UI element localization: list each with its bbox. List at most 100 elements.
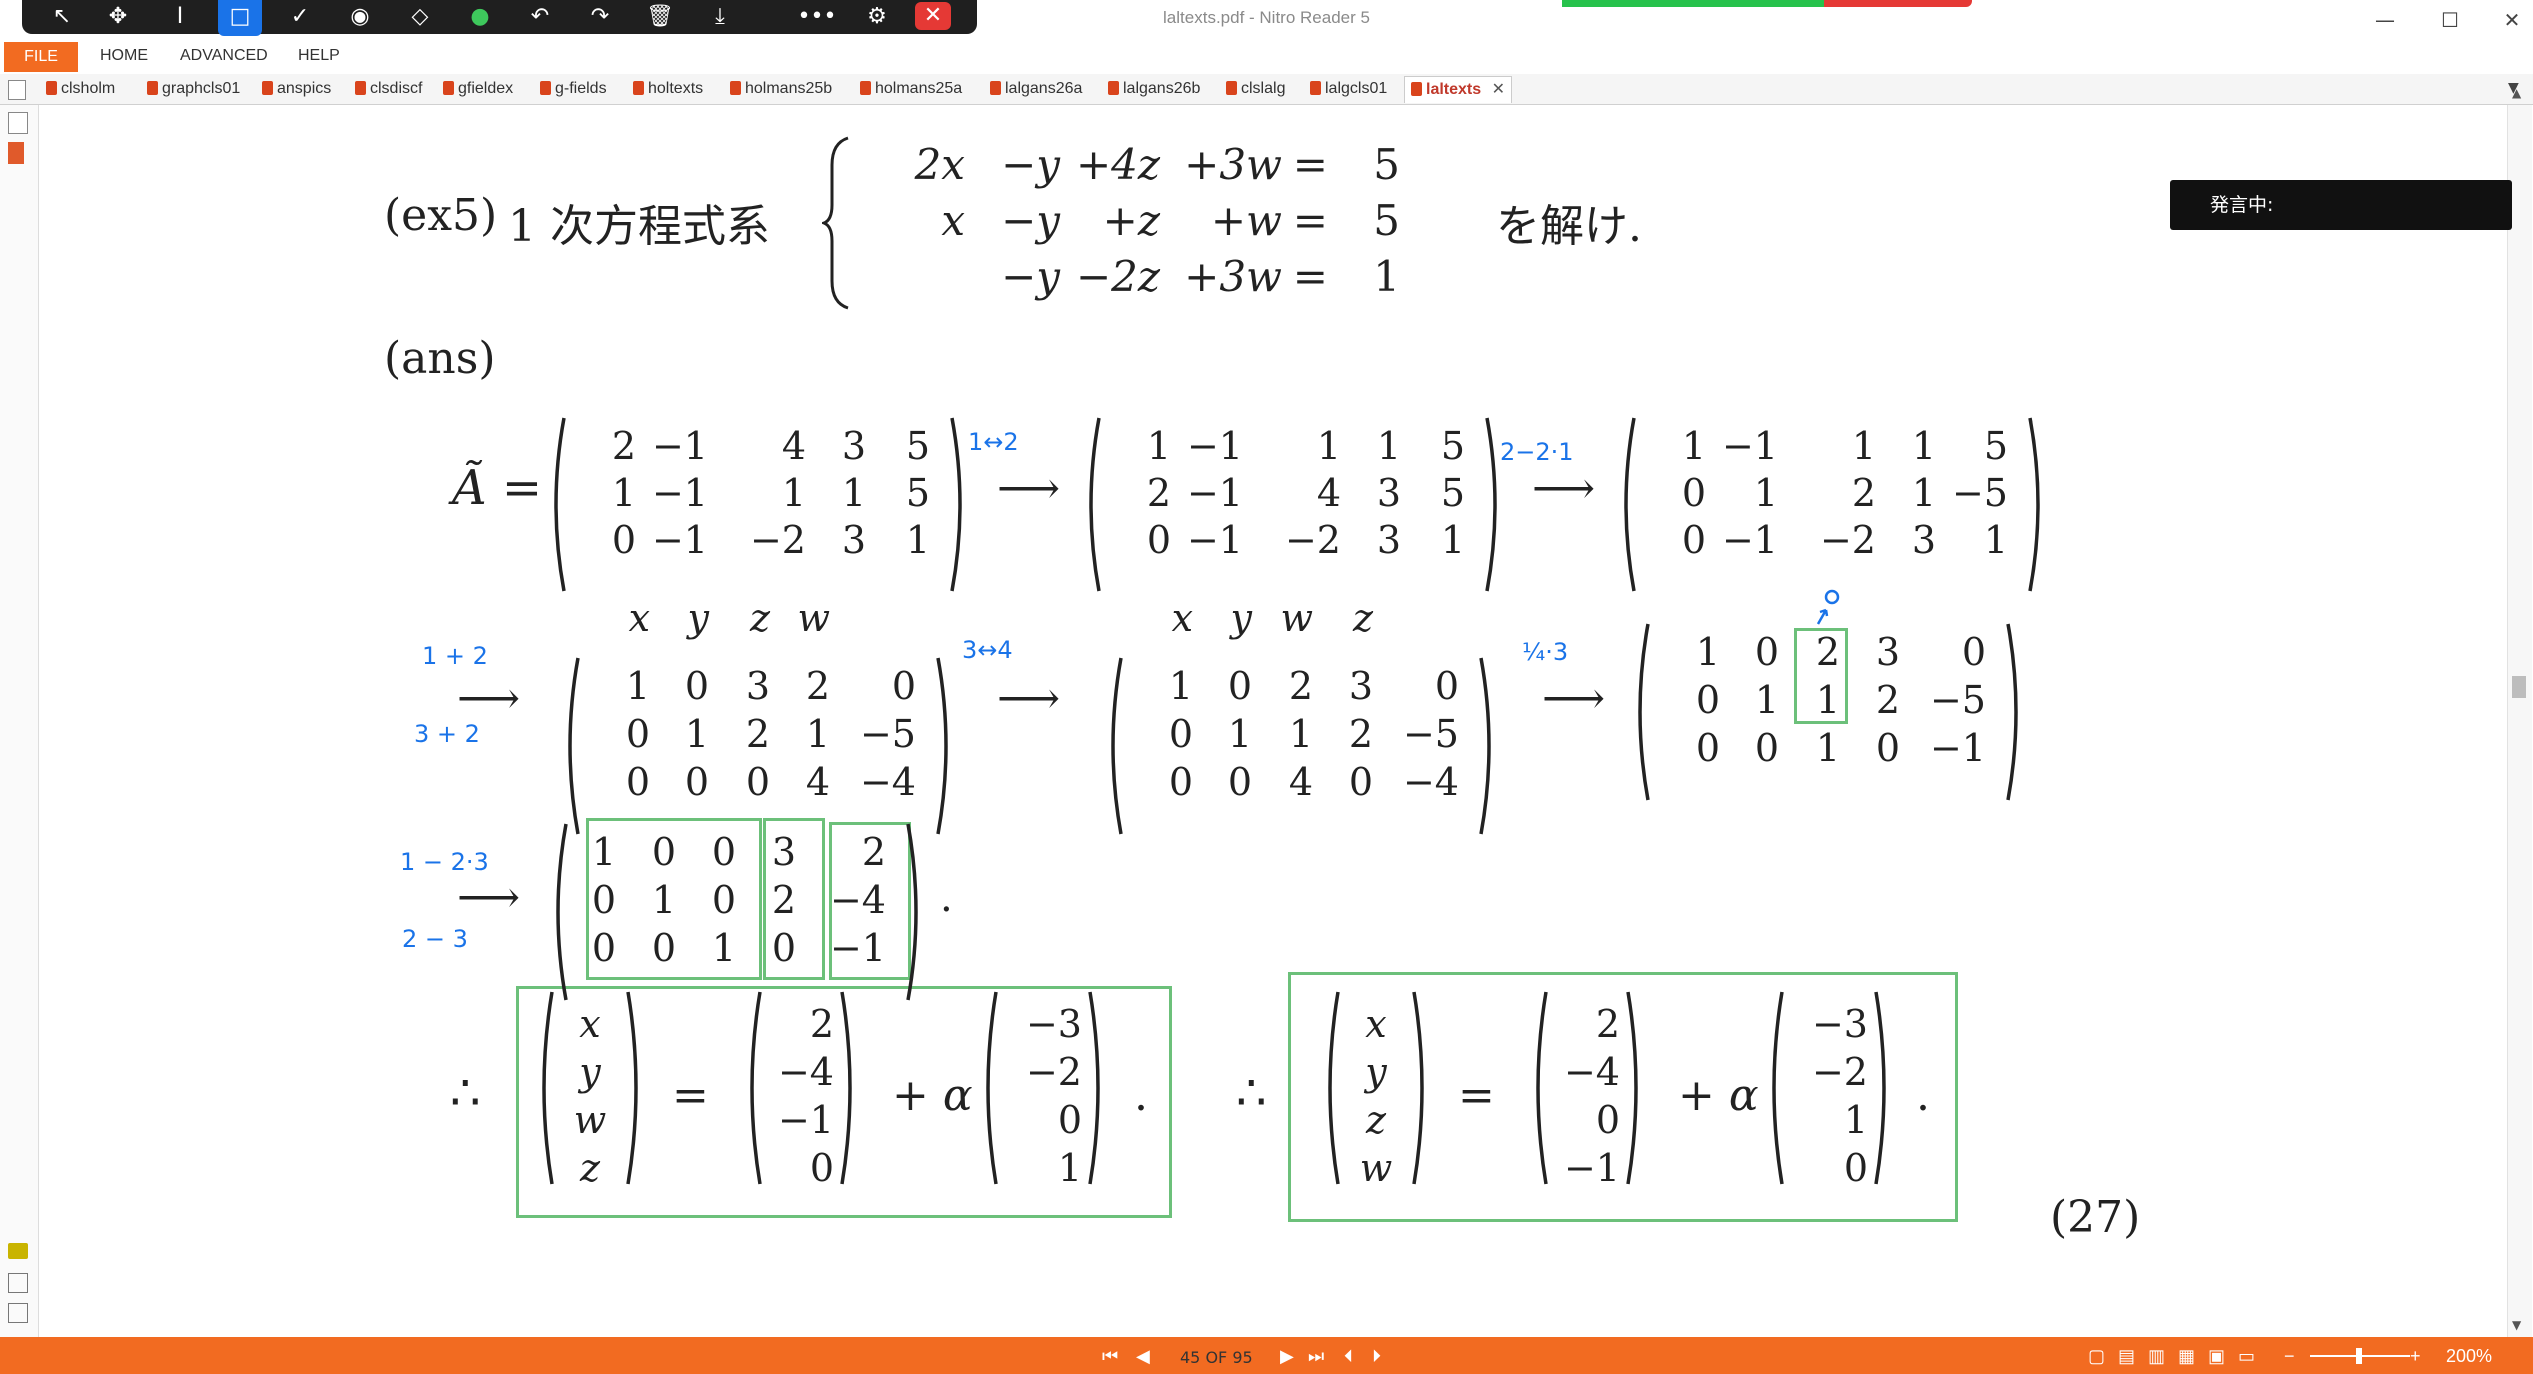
undo-icon[interactable]: ↶ — [518, 0, 562, 36]
download-icon[interactable]: ⤓ — [698, 0, 742, 36]
pointer-icon[interactable]: ↖ — [40, 0, 84, 36]
menu-home[interactable]: HOME — [100, 47, 148, 65]
tab-graphcls01[interactable]: graphcls01 — [147, 76, 240, 102]
minimize-button[interactable]: — — [2365, 4, 2405, 36]
m6-cell: 3 — [1875, 630, 1900, 674]
m4-cell: 0 — [684, 760, 709, 804]
m5-cell: 1 — [1227, 712, 1252, 756]
fit-page-icon[interactable]: ▣ — [2208, 1346, 2225, 1367]
zoom-in-icon[interactable]: + — [2410, 1346, 2421, 1367]
pages-panel-icon[interactable] — [8, 112, 28, 134]
bookmarks-panel-icon[interactable] — [8, 142, 24, 164]
sol1-d-entry: 0 — [1057, 1098, 1082, 1142]
more-icon[interactable]: ••• — [795, 0, 839, 36]
tab-anspics[interactable]: anspics — [262, 76, 331, 102]
close-window-button[interactable]: ✕ — [2492, 4, 2532, 36]
m4-cell: 2 — [745, 712, 770, 756]
m3-cell: 0 — [1681, 518, 1706, 562]
eraser-icon[interactable]: ◇ — [398, 0, 442, 36]
scroll-thumb[interactable] — [2512, 676, 2526, 698]
tab-lalgans26b[interactable]: lalgans26b — [1108, 76, 1200, 102]
close-toolbar-button[interactable]: ✕ — [915, 2, 951, 30]
tab-lalgans26a[interactable]: lalgans26a — [990, 76, 1082, 102]
sol1-v-left-paren — [750, 991, 762, 1185]
m6-cell: 1 — [1815, 726, 1840, 770]
redo-icon[interactable]: ↷ — [578, 0, 622, 36]
tab-holtexts[interactable]: holtexts — [633, 76, 703, 102]
m6-cell: −5 — [1929, 678, 1986, 722]
comments-panel-icon[interactable] — [8, 1243, 28, 1259]
arrow-4: ⟶ — [997, 673, 1061, 724]
pdf-icon — [540, 81, 551, 95]
tab-clslalg[interactable]: clslalg — [1226, 76, 1285, 102]
sol1-vars-entry: z — [579, 1146, 601, 1190]
facing-continuous-view-icon[interactable]: ▦ — [2178, 1346, 2195, 1367]
system-term: 2x — [914, 140, 965, 189]
forward-view-icon[interactable]: ⏵ — [1372, 1346, 1381, 1367]
tab-gfieldex[interactable]: gfieldex — [443, 76, 513, 102]
solution-2-equals: = — [1458, 1070, 1495, 1121]
progress-bar-red — [1824, 0, 1972, 7]
annotation-2-minus-2x1: 2−2·1 — [1500, 438, 1574, 466]
m4_header-label: y — [687, 596, 709, 640]
menu-file[interactable]: FILE — [4, 42, 78, 72]
zoom-slider-thumb[interactable] — [2356, 1348, 2362, 1364]
text-cursor-icon[interactable]: I — [158, 0, 202, 36]
m1-left-paren — [554, 417, 566, 592]
menu-advanced[interactable]: ADVANCED — [180, 47, 268, 65]
tab-g-fields[interactable]: g-fields — [540, 76, 607, 102]
vertical-scrollbar[interactable] — [2507, 105, 2532, 1337]
attachments-panel-icon[interactable] — [8, 1273, 28, 1293]
menu-help[interactable]: HELP — [298, 47, 340, 65]
sol2-vars-entry: z — [1365, 1098, 1387, 1142]
system-term: +3w — [1184, 252, 1282, 301]
tab-lalgcls01[interactable]: lalgcls01 — [1310, 76, 1387, 102]
pdf-icon — [46, 81, 57, 95]
rectangle-tool-icon[interactable]: □ — [218, 0, 262, 36]
tab-close-icon[interactable]: ✕ — [1492, 81, 1505, 98]
color-dot-icon[interactable]: ● — [458, 0, 502, 36]
sol1-vars-left-paren — [542, 991, 554, 1185]
record-icon[interactable]: ◉ — [338, 0, 382, 36]
page-indicator[interactable]: 45 OF 95 — [1180, 1348, 1253, 1367]
fit-width-icon[interactable]: ▭ — [2238, 1346, 2255, 1367]
layers-panel-icon[interactable] — [8, 1303, 28, 1323]
exercise-text: 1 次方程式系 — [508, 201, 770, 252]
tab-laltexts[interactable]: laltexts ✕ — [1404, 76, 1512, 103]
sol1-vars-entry: x — [579, 1002, 601, 1046]
m2-cell: 1 — [1146, 424, 1171, 468]
first-page-icon[interactable]: ⏮ — [1102, 1346, 1118, 1367]
scroll-up-icon[interactable]: ▲ — [2512, 86, 2521, 100]
m1-right-paren — [950, 417, 962, 592]
trash-icon[interactable]: 🗑 — [638, 0, 682, 36]
zoom-out-icon[interactable]: − — [2284, 1346, 2295, 1367]
next-page-icon[interactable]: ▶ — [1280, 1346, 1294, 1367]
move-icon[interactable]: ✥ — [96, 0, 140, 36]
m1-cell: −1 — [651, 471, 708, 515]
m5-right-paren — [1479, 657, 1491, 835]
prev-page-icon[interactable]: ◀ — [1136, 1346, 1150, 1367]
sol1-v-right-paren — [840, 991, 852, 1185]
sol2-d-entry: 0 — [1843, 1146, 1868, 1190]
m6-cell: 0 — [1961, 630, 1986, 674]
facing-view-icon[interactable]: ▥ — [2148, 1346, 2165, 1367]
progress-bar-green — [1562, 0, 1824, 7]
tabs-list-icon[interactable] — [8, 80, 26, 100]
annotation-swap-col-3-4: 3↔4 — [962, 636, 1013, 664]
user-settings-icon[interactable]: ⚙ — [855, 0, 899, 36]
tab-holmans25a[interactable]: holmans25a — [860, 76, 962, 102]
last-page-icon[interactable]: ⏭ — [1308, 1346, 1324, 1367]
maximize-button[interactable]: ☐ — [2430, 4, 2470, 36]
m5-cell: −5 — [1402, 712, 1459, 756]
solution-2-plus-alpha: + α — [1678, 1070, 1759, 1121]
tab-holmans25b[interactable]: holmans25b — [730, 76, 832, 102]
tab-clsholm[interactable]: clsholm — [46, 76, 115, 102]
m7-cell: 0 — [711, 830, 736, 874]
continuous-view-icon[interactable]: ▤ — [2118, 1346, 2135, 1367]
single-page-view-icon[interactable]: ▢ — [2088, 1346, 2105, 1367]
back-view-icon[interactable]: ⏴ — [1344, 1346, 1353, 1367]
tab-clsdiscf[interactable]: clsdiscf — [355, 76, 422, 102]
m1-cell: 4 — [781, 424, 806, 468]
scroll-down-icon[interactable]: ▼ — [2512, 1318, 2521, 1332]
check-icon[interactable]: ✓ — [278, 0, 322, 36]
